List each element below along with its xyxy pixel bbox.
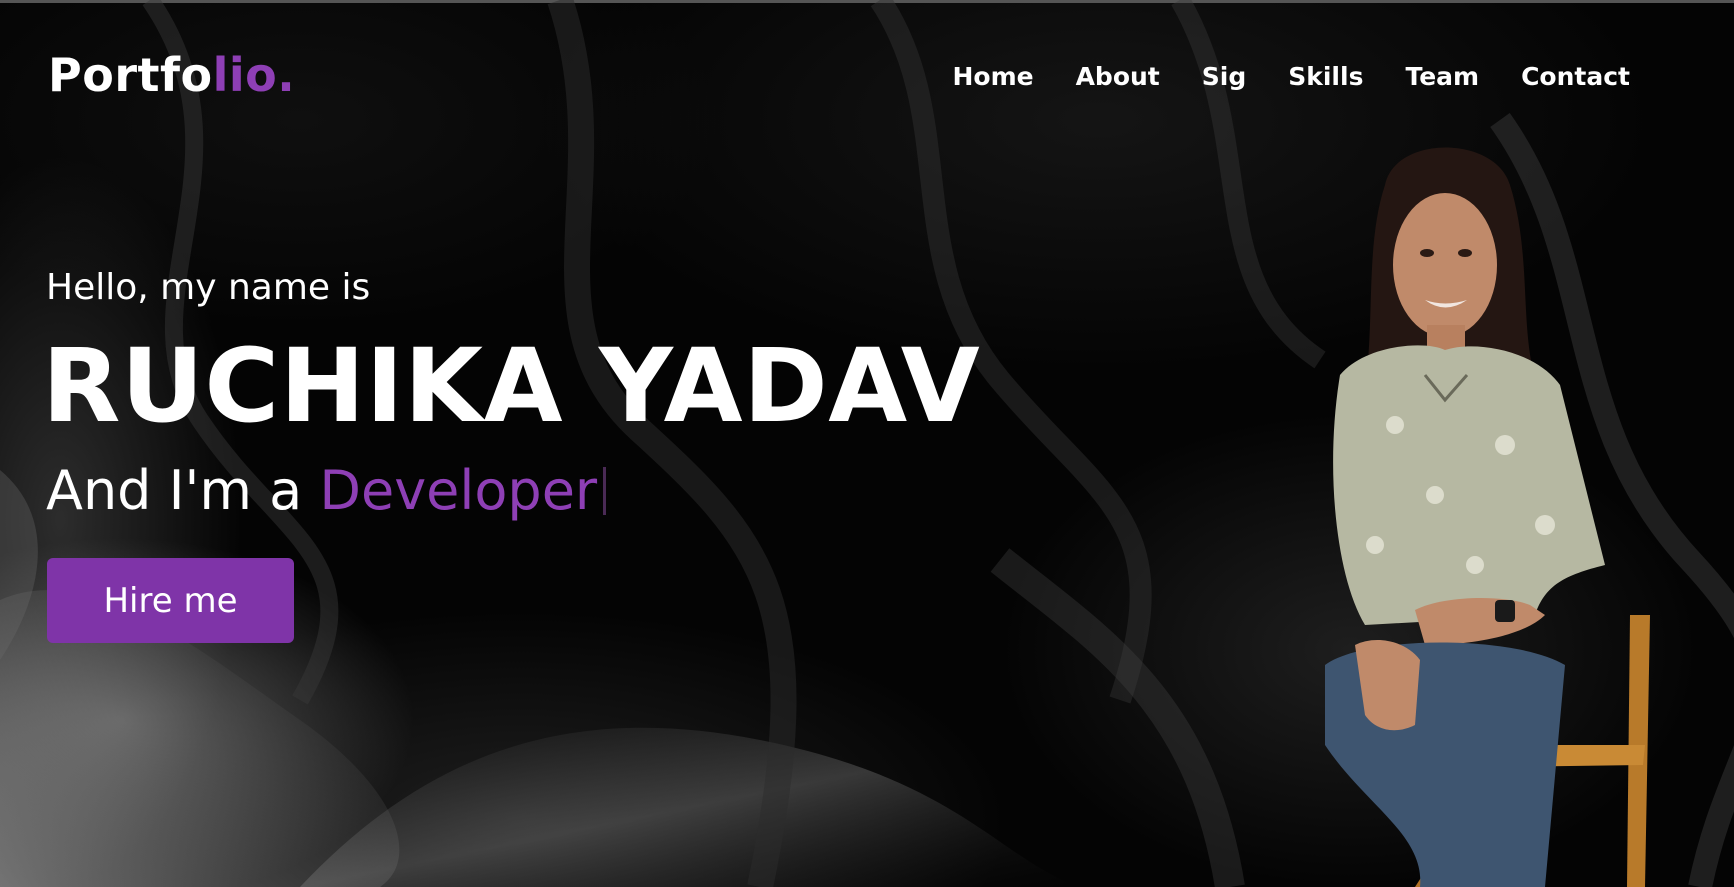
hire-me-button[interactable]: Hire me [47,558,294,643]
hero-greeting: Hello, my name is [46,267,371,308]
nav-link-team[interactable]: Team [1405,64,1479,89]
nav-link-about[interactable]: About [1076,64,1160,89]
nav-link-home[interactable]: Home [952,64,1033,89]
hero-text-block: Hello, my name is RUCHIKA YADAV And I'm … [42,267,980,518]
hero-name: RUCHIKA YADAV [42,327,981,446]
nav-link-contact[interactable]: Contact [1521,64,1630,89]
role-prefix: And I'm a [46,459,320,522]
hero-role-line: And I'm a Developer [46,464,980,518]
nav-link-skills[interactable]: Skills [1288,64,1363,89]
logo-text: Portfo [48,48,213,102]
main-nav: Home About Sig Skills Team Contact [952,64,1630,89]
typing-cursor [603,467,607,515]
role-word-typed: Developer [319,459,598,522]
brand-logo[interactable]: Portfolio. [48,52,295,98]
profile-photo [1325,147,1650,887]
logo-accent-text: lio. [212,48,296,102]
hero-page: Portfolio. Home About Sig Skills Team Co… [0,0,1734,887]
nav-link-sig[interactable]: Sig [1202,64,1246,89]
